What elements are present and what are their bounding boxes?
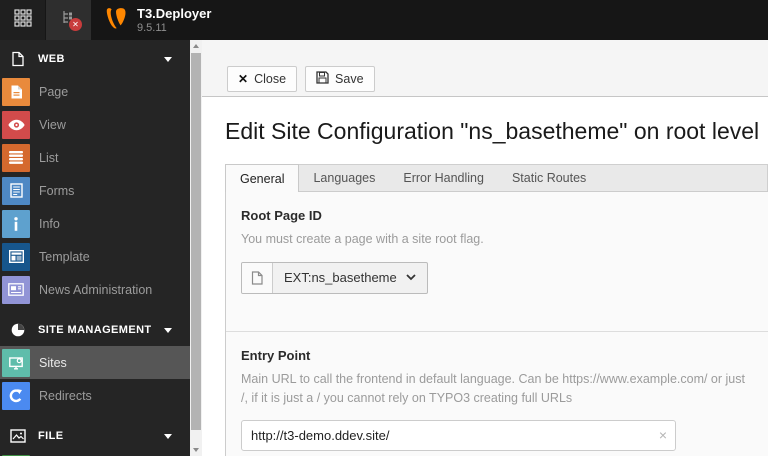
sidebar-item-label: Template — [39, 249, 90, 264]
typo3-logo — [103, 5, 128, 35]
sidebar-header-label: WEB — [38, 53, 65, 65]
sidebar-item-label: Redirects — [39, 388, 92, 403]
redirect-arrow-icon — [2, 381, 30, 410]
sidebar-header-web[interactable]: WEB — [0, 47, 190, 71]
close-button[interactable]: ✕ Close — [227, 66, 298, 92]
close-icon: ✕ — [238, 72, 249, 86]
tab-error-handling[interactable]: Error Handling — [389, 165, 498, 191]
tab-bar: General Languages Error Handling Static … — [225, 164, 768, 192]
tab-languages[interactable]: Languages — [299, 165, 389, 191]
web-document-icon — [8, 51, 28, 67]
chevron-down-icon — [164, 433, 172, 439]
sites-monitor-icon — [2, 348, 30, 377]
topbar: ✕ T3.Deployer 9.5.11 — [0, 0, 768, 40]
sidebar-section-web: WEB Page View List Forms Info Template N… — [0, 47, 190, 306]
chevron-down-icon — [164, 56, 172, 62]
sidebar-item-sites[interactable]: Sites — [0, 346, 190, 379]
app-title: T3.Deployer — [137, 5, 212, 21]
chevron-down-icon — [406, 274, 416, 281]
tree-close-badge-icon: ✕ — [69, 18, 82, 31]
sidebar-item-list[interactable]: List — [0, 141, 190, 174]
main-content: ✕ Close Save Edit Site Configuration "ns… — [202, 40, 768, 456]
tab-general[interactable]: General — [225, 164, 300, 192]
close-button-label: Close — [254, 72, 287, 86]
root-page-id-section: Root Page ID You must create a page with… — [226, 192, 768, 331]
sidebar-item-redirects[interactable]: Redirects — [0, 379, 190, 412]
page-icon — [2, 77, 30, 106]
globe-icon — [8, 322, 28, 338]
forms-icon — [2, 176, 30, 205]
content-scrollbar[interactable] — [190, 40, 202, 456]
root-page-id-help: You must create a page with a site root … — [241, 232, 484, 246]
app-version: 9.5.11 — [137, 22, 167, 35]
entry-point-section: Entry Point Main URL to call the fronten… — [226, 332, 768, 452]
sidebar-item-label: List — [39, 150, 59, 165]
sidebar-item-forms[interactable]: Forms — [0, 174, 190, 207]
scrollbar-thumb[interactable] — [191, 53, 201, 430]
root-page-id-label: Root Page ID — [241, 208, 322, 223]
save-floppy-icon — [316, 71, 329, 87]
modules-grid-icon — [13, 8, 32, 32]
entry-point-help: Main URL to call the frontend in default… — [241, 371, 745, 405]
scroll-up-arrow-icon[interactable] — [190, 41, 202, 51]
tab-panel-general: Root Page ID You must create a page with… — [225, 191, 768, 456]
page-file-icon — [242, 262, 273, 293]
chevron-down-icon — [164, 327, 172, 333]
sidebar-header-label: SITE MANAGEMENT — [38, 324, 152, 336]
info-icon — [2, 209, 30, 238]
sidebar-section-site-management: SITE MANAGEMENT Sites Redirects — [0, 318, 190, 412]
image-icon — [8, 429, 28, 443]
sidebar-item-template[interactable]: Template — [0, 240, 190, 273]
save-button-label: Save — [335, 72, 364, 86]
sidebar-item-view[interactable]: View — [0, 108, 190, 141]
eye-icon — [2, 110, 30, 139]
sidebar-item-page[interactable]: Page — [0, 75, 190, 108]
page-title: Edit Site Configuration "ns_basetheme" o… — [225, 118, 760, 144]
sidebar-header-site-management[interactable]: SITE MANAGEMENT — [0, 318, 190, 342]
brand[interactable]: T3.Deployer 9.5.11 — [91, 0, 211, 40]
sidebar-item-label: View — [39, 117, 66, 132]
docheader: ✕ Close Save — [202, 40, 768, 97]
save-button[interactable]: Save — [305, 66, 375, 92]
module-sidebar: WEB Page View List Forms Info Template N… — [0, 40, 190, 456]
root-page-id-value: EXT:ns_basetheme — [284, 270, 397, 286]
entry-point-input[interactable] — [241, 420, 676, 452]
sidebar-item-info[interactable]: Info — [0, 207, 190, 240]
tab-static-routes[interactable]: Static Routes — [498, 165, 600, 191]
sidebar-item-news-administration[interactable]: News Administration — [0, 273, 190, 306]
sidebar-item-label: Info — [39, 216, 60, 231]
sidebar-section-file: FILE — [0, 424, 190, 456]
clear-input-icon[interactable]: × — [659, 427, 667, 443]
sidebar-item-label: Sites — [39, 355, 67, 370]
entry-point-label: Entry Point — [241, 347, 311, 363]
scroll-down-arrow-icon[interactable] — [190, 445, 202, 455]
sidebar-header-file[interactable]: FILE — [0, 424, 190, 448]
sidebar-item-label: Page — [39, 84, 69, 99]
sidebar-item-label: Forms — [39, 183, 75, 198]
root-page-id-select[interactable]: EXT:ns_basetheme — [241, 261, 428, 294]
sidebar-header-label: FILE — [38, 430, 64, 442]
template-icon — [2, 242, 30, 271]
pagetree-toggle-button[interactable]: ✕ — [46, 0, 91, 40]
list-icon — [2, 143, 30, 172]
sidebar-item-label: News Administration — [39, 282, 153, 297]
modules-grid-button[interactable] — [0, 0, 45, 40]
sidebar-item-partial[interactable] — [0, 452, 190, 456]
newspaper-icon — [2, 275, 30, 304]
